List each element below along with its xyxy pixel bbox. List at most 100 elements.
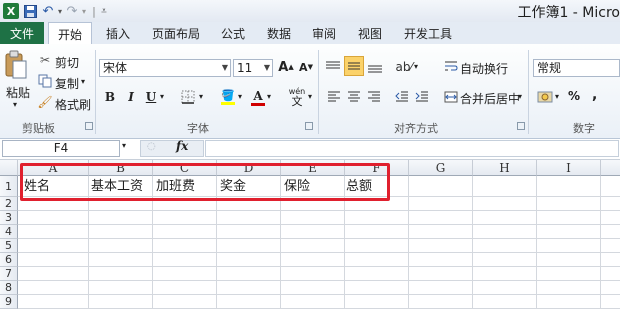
align-top-icon[interactable] xyxy=(324,58,342,76)
group-divider xyxy=(95,50,96,134)
ribbon-tabs: 文件 开始 插入 页面布局 公式 数据 审阅 视图 开发工具 xyxy=(0,22,620,45)
name-box-dropdown-icon[interactable]: ▾ xyxy=(122,141,126,150)
row-header-6[interactable]: 6 xyxy=(0,253,18,267)
save-icon[interactable] xyxy=(22,3,38,19)
gridline xyxy=(18,280,620,281)
font-size-select[interactable]: 11 ▼ xyxy=(233,59,273,77)
row-header-9[interactable]: 9 xyxy=(0,295,18,309)
select-all-corner[interactable] xyxy=(0,160,18,176)
align-left-icon[interactable] xyxy=(326,90,342,104)
bold-button[interactable]: B xyxy=(103,90,117,104)
merge-center-button[interactable]: 合并后居中 xyxy=(460,90,520,107)
wrap-text-icon[interactable] xyxy=(444,59,458,73)
clipboard-dialog-launcher[interactable] xyxy=(85,122,93,130)
group-divider xyxy=(318,50,319,134)
phonetic-dropdown-icon[interactable]: ▾ xyxy=(308,92,312,101)
column-header-h[interactable]: H xyxy=(473,160,537,176)
increase-indent-icon[interactable] xyxy=(414,90,430,104)
underline-dropdown-icon[interactable]: ▾ xyxy=(160,92,164,101)
format-painter-icon[interactable]: 🖌 xyxy=(37,95,52,109)
title-bar: X ↶ ▾ ↷ ▾ | ⩡ 工作簿1 - Micro xyxy=(0,0,620,22)
font-color-dropdown-icon[interactable]: ▾ xyxy=(267,92,271,101)
tab-formulas[interactable]: 公式 xyxy=(221,22,245,44)
merge-dropdown-icon[interactable]: ▾ xyxy=(518,92,522,101)
alignment-group-label: 对齐方式 xyxy=(394,122,438,135)
percent-style-button[interactable]: % xyxy=(568,89,580,103)
row-header-4[interactable]: 4 xyxy=(0,225,18,239)
excel-app-icon[interactable]: X xyxy=(3,3,19,19)
align-center-icon[interactable] xyxy=(346,90,362,104)
tab-data[interactable]: 数据 xyxy=(267,22,291,44)
orientation-icon[interactable]: ab⁄ xyxy=(394,58,414,76)
clipboard-group-label: 剪贴板 xyxy=(22,122,55,135)
tab-review[interactable]: 审阅 xyxy=(312,22,336,44)
column-header-g[interactable]: G xyxy=(409,160,473,176)
row-header-7[interactable]: 7 xyxy=(0,267,18,281)
phonetic-guide-icon[interactable]: wén 文 xyxy=(286,86,308,108)
accounting-dropdown-icon[interactable]: ▾ xyxy=(555,92,559,101)
fill-color-icon[interactable]: 🪣 xyxy=(220,88,236,106)
tab-view[interactable]: 视图 xyxy=(358,22,382,44)
tab-home[interactable]: 开始 xyxy=(48,22,92,45)
font-color-icon[interactable]: A xyxy=(251,88,265,106)
row-header-5[interactable]: 5 xyxy=(0,239,18,253)
alignment-dialog-launcher[interactable] xyxy=(517,122,525,130)
grow-font-icon[interactable]: A ▲ xyxy=(278,59,294,75)
row-header-3[interactable]: 3 xyxy=(0,211,18,225)
cut-icon[interactable]: ✂ xyxy=(38,53,52,67)
formula-input[interactable] xyxy=(205,140,619,157)
number-format-select[interactable]: 常规 xyxy=(533,59,620,77)
copy-icon[interactable] xyxy=(38,74,52,88)
chevron-down-icon: ▼ xyxy=(221,63,228,72)
gridline xyxy=(18,252,620,253)
decrease-indent-icon[interactable] xyxy=(394,90,410,104)
gridline xyxy=(18,238,620,239)
align-right-icon[interactable] xyxy=(366,90,382,104)
orientation-dropdown-icon[interactable]: ▾ xyxy=(414,62,418,71)
gridline xyxy=(18,210,620,211)
formula-bar: F4 ▾ ◌ fx xyxy=(0,139,620,160)
gridline xyxy=(18,294,620,295)
font-dialog-launcher[interactable] xyxy=(305,122,313,130)
underline-button[interactable]: U xyxy=(144,90,158,104)
row-header-2[interactable]: 2 xyxy=(0,197,18,211)
name-box[interactable]: F4 xyxy=(2,140,120,157)
window-title: 工作簿1 - Micro xyxy=(517,5,620,21)
wrap-text-button[interactable]: 自动换行 xyxy=(460,60,508,77)
font-group-label: 字体 xyxy=(187,122,209,135)
align-middle-icon[interactable] xyxy=(344,56,364,76)
font-name-select[interactable]: 宋体 ▼ xyxy=(99,59,231,77)
paste-icon[interactable] xyxy=(4,50,28,80)
tab-insert[interactable]: 插入 xyxy=(106,22,130,44)
align-bottom-icon[interactable] xyxy=(366,58,384,76)
insert-function-icon[interactable]: fx xyxy=(176,139,188,153)
column-header-i[interactable]: I xyxy=(537,160,601,176)
italic-button[interactable]: I xyxy=(124,90,138,104)
ribbon-home: 粘贴 ▾ ✂ 剪切 复制 ▾ 🖌 格式刷 剪贴板 宋体 ▼ 11 ▼ A ▲ A ▼ B… xyxy=(0,44,620,139)
cut-button[interactable]: 剪切 xyxy=(55,54,79,71)
column-header-partial[interactable] xyxy=(601,160,620,176)
tab-file[interactable]: 文件 xyxy=(0,22,44,44)
copy-dropdown-icon[interactable]: ▾ xyxy=(81,77,85,86)
paste-button[interactable]: 粘贴 xyxy=(6,84,30,101)
customize-quick-access-icon[interactable]: ⩡ xyxy=(96,3,112,19)
merge-center-icon[interactable] xyxy=(444,90,458,104)
tab-developer[interactable]: 开发工具 xyxy=(404,22,452,44)
tab-page-layout[interactable]: 页面布局 xyxy=(152,22,200,44)
paste-dropdown-icon[interactable]: ▾ xyxy=(13,100,17,109)
fill-color-dropdown-icon[interactable]: ▾ xyxy=(238,92,242,101)
shrink-font-icon[interactable]: A ▼ xyxy=(298,59,314,75)
comma-style-button[interactable]: , xyxy=(592,87,597,103)
gridline xyxy=(18,266,620,267)
number-group-label: 数字 xyxy=(573,122,595,135)
accounting-format-icon[interactable] xyxy=(536,89,554,105)
highlight-box xyxy=(20,163,390,201)
row-header-8[interactable]: 8 xyxy=(0,281,18,295)
row-header-1[interactable]: 1 xyxy=(0,176,18,197)
formula-bar-resize-icon[interactable]: ◌ xyxy=(147,141,156,152)
border-icon[interactable] xyxy=(180,90,196,104)
copy-button[interactable]: 复制 xyxy=(55,75,79,92)
format-painter-button[interactable]: 格式刷 xyxy=(55,96,91,113)
border-dropdown-icon[interactable]: ▾ xyxy=(199,92,203,101)
chevron-down-icon: ▼ xyxy=(263,63,270,72)
